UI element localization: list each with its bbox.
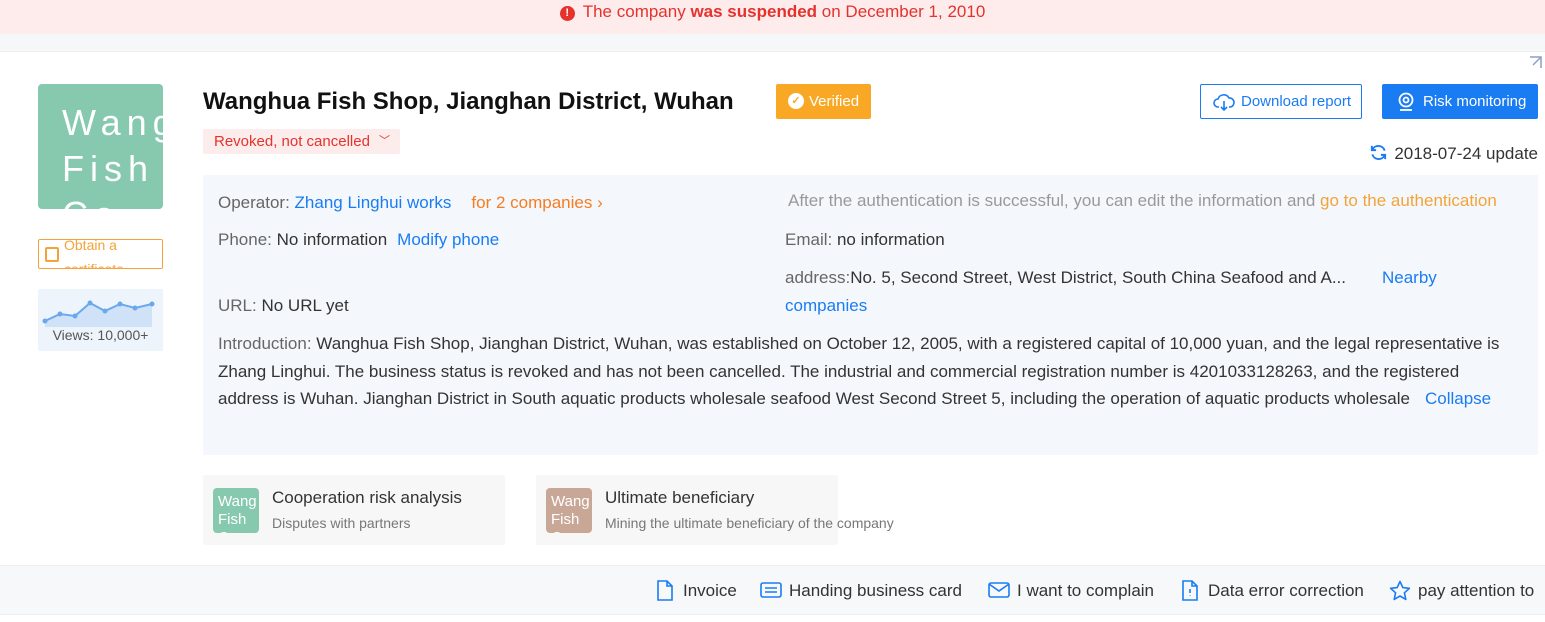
views-count: Views: 10,000+ (52, 327, 149, 343)
email-label: Email: (785, 230, 837, 249)
nearby-link-line2[interactable]: companies (785, 296, 867, 316)
phone-value: No information (276, 230, 388, 249)
views-widget: Views: 10,000+ (38, 289, 163, 351)
collapse-link[interactable]: Collapse (1425, 389, 1491, 408)
card-logo: Wang Fish Co (213, 488, 259, 533)
business-card-label: Handing business card (789, 581, 962, 600)
email-value: no information (836, 230, 945, 249)
card-logo: Wang Fish Co (546, 488, 592, 533)
views-sparkline-icon (42, 300, 155, 327)
company-title: Wanghua Fish Shop, Jianghan District, Wu… (203, 88, 734, 115)
update-info: 2018-07-24 update (1369, 143, 1538, 164)
verified-label: Verified (809, 93, 860, 110)
invoice-label: Invoice (683, 581, 737, 600)
data-correction-label: Data error correction (1208, 581, 1364, 600)
follow-label: pay attention to (1418, 581, 1535, 600)
intro-label: Introduction: (218, 334, 317, 353)
url-label: URL: (218, 296, 262, 315)
edit-document-icon (1182, 580, 1198, 601)
operator-name-link[interactable]: Zhang Linghui works (295, 193, 452, 212)
certificate-label: Obtain a certificate (64, 239, 124, 269)
card-title: Cooperation risk analysis (272, 488, 462, 507)
mail-icon (988, 582, 1010, 598)
intro-text: Wanghua Fish Shop, Jianghan District, Wu… (218, 334, 1500, 408)
go-authentication-link[interactable]: go to the authentication (1320, 191, 1497, 210)
url-value: No URL yet (261, 296, 349, 315)
company-logo: Wang Fish Co (38, 84, 163, 209)
chevron-down-icon: ﹀ (378, 135, 390, 147)
companies-label: companies (785, 296, 868, 315)
banner-prefix: The company (582, 2, 691, 21)
corner-fold-icon[interactable] (1527, 55, 1543, 71)
nearby-link-line1[interactable]: Nearby (1382, 268, 1437, 288)
download-report-button[interactable]: Download report (1200, 84, 1362, 119)
business-card-icon (760, 582, 782, 598)
address-label: address: (785, 268, 851, 287)
obtain-certificate-button[interactable]: Obtain a certificate (38, 239, 163, 269)
chevron-right-icon: › (597, 193, 603, 212)
refresh-icon[interactable] (1369, 143, 1388, 162)
introduction: Introduction: Wanghua Fish Shop, Jiangha… (218, 330, 1523, 413)
star-icon (1389, 580, 1411, 601)
operator-row: Operator: Zhang Linghui works for 2 compa… (218, 193, 603, 213)
operator-companies-link[interactable]: for 2 companies › (471, 193, 602, 212)
card-subtitle: Disputes with partners (272, 515, 411, 531)
suspension-banner: ! The company was suspended on December 1… (0, 0, 1545, 34)
download-report-label: Download report (1241, 93, 1352, 110)
document-icon (657, 580, 673, 601)
address-value: No. 5, Second Street, West District, Sou… (850, 268, 1346, 287)
banner-bold: was suspended (690, 2, 818, 21)
status-tag-label: Revoked, not cancelled (214, 133, 370, 150)
auth-text: After the authentication is successful, … (788, 191, 1321, 210)
nearby-label: Nearby (1382, 268, 1437, 287)
address-row: address:No. 5, Second Street, West Distr… (785, 268, 1346, 288)
alert-icon: ! (559, 6, 575, 21)
phone-label: Phone: (218, 230, 277, 249)
phone-row: Phone: No information Modify phone (218, 230, 499, 250)
status-tag[interactable]: Revoked, not cancelled ﹀ (203, 129, 400, 154)
cooperation-risk-card[interactable]: Wang Fish Co Cooperation risk analysis D… (203, 475, 505, 545)
complain-label: I want to complain (1017, 581, 1155, 600)
modify-phone-link[interactable]: Modify phone (397, 230, 499, 249)
bottom-action-bar: Invoice Handing business card I want to … (0, 565, 1545, 615)
monitor-camera-icon (1398, 92, 1414, 111)
verified-check-icon: ✓ (788, 93, 804, 109)
card-title: Ultimate beneficiary (605, 488, 755, 507)
verified-badge[interactable]: ✓ Verified (776, 84, 871, 119)
ultimate-beneficiary-card[interactable]: Wang Fish Co Ultimate beneficiary Mining… (536, 475, 894, 545)
operator-companies-label: for 2 companies (471, 193, 593, 212)
auth-row: After the authentication is successful, … (788, 191, 1497, 211)
operator-label: Operator: (218, 193, 295, 212)
info-panel: Operator: Zhang Linghui works for 2 compa… (203, 175, 1538, 455)
header-strip (0, 34, 1545, 52)
url-row: URL: No URL yet (218, 296, 349, 316)
risk-monitoring-button[interactable]: Risk monitoring (1382, 84, 1538, 119)
email-row: Email: no information (785, 230, 945, 250)
certificate-icon (45, 247, 59, 262)
banner-suffix: on December 1, 2010 (817, 2, 986, 21)
card-subtitle: Mining the ultimate beneficiary of the c… (605, 515, 894, 531)
update-date: 2018-07-24 update (1394, 144, 1538, 163)
risk-monitoring-label: Risk monitoring (1423, 93, 1527, 110)
cloud-download-icon (1213, 94, 1235, 111)
